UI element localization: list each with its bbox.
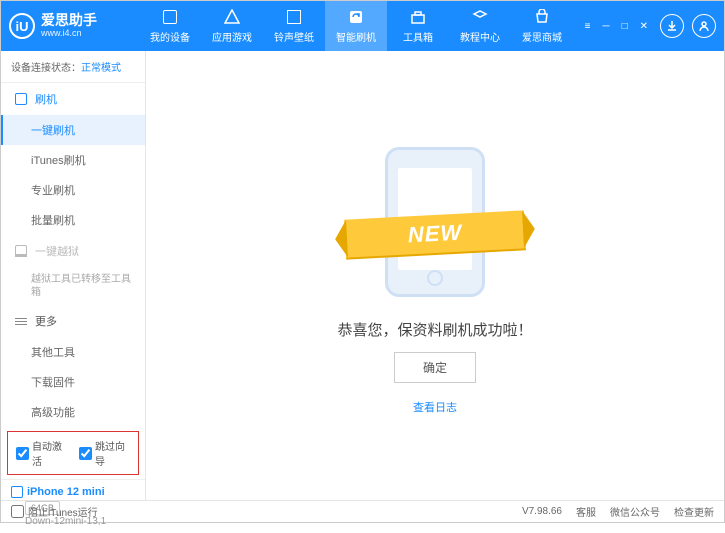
view-log-link[interactable]: 查看日志: [413, 399, 457, 415]
window-controls: ≡ ─ □ ✕: [581, 14, 716, 38]
sidebar-item-download-firmware[interactable]: 下载固件: [1, 367, 145, 397]
status-label: 设备连接状态：: [11, 63, 81, 74]
section-label: 刷机: [35, 91, 57, 107]
nav-ringtone-wallpaper[interactable]: 铃声壁纸: [263, 1, 325, 51]
app-url: www.i4.cn: [41, 29, 97, 39]
logo-icon: iU: [9, 13, 35, 39]
device-name: iPhone 12 mini: [11, 486, 135, 498]
check-label: 阻止iTunes运行: [28, 504, 98, 519]
logo: iU 爱思助手 www.i4.cn: [9, 13, 139, 39]
close-icon[interactable]: ✕: [636, 19, 652, 34]
flash-icon: [347, 8, 365, 26]
store-icon: [533, 8, 551, 26]
version-label: V7.98.66: [522, 506, 562, 517]
minimize-icon[interactable]: ─: [598, 19, 613, 34]
check-skip-guide[interactable]: 跳过向导: [79, 438, 130, 468]
nav-label: 智能刷机: [336, 29, 376, 44]
more-icon: [15, 318, 27, 325]
phone-icon: [15, 93, 27, 105]
section-label: 更多: [35, 313, 57, 329]
apps-icon: [223, 8, 241, 26]
sidebar-item-itunes-flash[interactable]: iTunes刷机: [1, 145, 145, 175]
nav-toolbox[interactable]: 工具箱: [387, 1, 449, 51]
sidebar-section-more[interactable]: 更多: [1, 305, 145, 337]
nav-label: 工具箱: [403, 29, 433, 44]
section-label: 一键越狱: [35, 243, 79, 259]
main-content: NEW 恭喜您，保资料刷机成功啦！ 确定 查看日志: [146, 51, 724, 500]
maximize-icon[interactable]: □: [618, 19, 632, 34]
check-label: 自动激活: [32, 438, 67, 468]
nav-label: 爱思商城: [522, 29, 562, 44]
checkbox-auto[interactable]: [16, 447, 29, 460]
status-value: 正常模式: [81, 63, 121, 74]
toolbox-icon: [409, 8, 427, 26]
checkbox-block-itunes[interactable]: [11, 505, 24, 518]
download-button[interactable]: [660, 14, 684, 38]
app-title: 爱思助手: [41, 13, 97, 28]
nav-store[interactable]: 爱思商城: [511, 1, 573, 51]
nav-smart-flash[interactable]: 智能刷机: [325, 1, 387, 51]
sidebar: 设备连接状态：正常模式 刷机 一键刷机 iTunes刷机 专业刷机 批量刷机 一…: [1, 51, 146, 500]
sidebar-item-other-tools[interactable]: 其他工具: [1, 337, 145, 367]
success-message: 恭喜您，保资料刷机成功啦！: [337, 319, 532, 340]
nav-my-device[interactable]: 我的设备: [139, 1, 201, 51]
checkbox-skip[interactable]: [79, 447, 92, 460]
option-checks: 自动激活 跳过向导: [7, 431, 139, 475]
phone-icon: [11, 486, 23, 498]
top-nav: 我的设备 应用游戏 铃声壁纸 智能刷机 工具箱 教程中心 爱思商城: [139, 1, 581, 51]
sidebar-item-onekey-flash[interactable]: 一键刷机: [1, 115, 145, 145]
check-update-link[interactable]: 检查更新: [674, 504, 714, 519]
device-icon: [161, 8, 179, 26]
sidebar-section-jailbreak: 一键越狱: [1, 235, 145, 267]
new-banner: NEW: [344, 210, 526, 257]
menu-icon[interactable]: ≡: [581, 19, 595, 34]
nav-label: 教程中心: [460, 29, 500, 44]
nav-tutorials[interactable]: 教程中心: [449, 1, 511, 51]
block-itunes-check[interactable]: 阻止iTunes运行: [11, 504, 98, 519]
sidebar-item-advanced[interactable]: 高级功能: [1, 397, 145, 427]
nav-label: 我的设备: [150, 29, 190, 44]
success-illustration: NEW: [335, 137, 535, 307]
ok-button[interactable]: 确定: [394, 352, 476, 383]
wechat-link[interactable]: 微信公众号: [610, 504, 660, 519]
lock-icon: [15, 245, 27, 257]
sidebar-section-flash[interactable]: 刷机: [1, 83, 145, 115]
nav-label: 应用游戏: [212, 29, 252, 44]
check-label: 跳过向导: [95, 438, 130, 468]
user-button[interactable]: [692, 14, 716, 38]
jailbreak-note: 越狱工具已转移至工具箱: [1, 267, 145, 305]
connection-status: 设备连接状态：正常模式: [1, 51, 145, 83]
nav-apps-games[interactable]: 应用游戏: [201, 1, 263, 51]
sidebar-item-batch-flash[interactable]: 批量刷机: [1, 205, 145, 235]
customer-service-link[interactable]: 客服: [576, 504, 596, 519]
app-header: iU 爱思助手 www.i4.cn 我的设备 应用游戏 铃声壁纸 智能刷机 工具…: [1, 1, 724, 51]
sidebar-item-pro-flash[interactable]: 专业刷机: [1, 175, 145, 205]
check-auto-activate[interactable]: 自动激活: [16, 438, 67, 468]
nav-label: 铃声壁纸: [274, 29, 314, 44]
tutorial-icon: [471, 8, 489, 26]
wallpaper-icon: [285, 8, 303, 26]
